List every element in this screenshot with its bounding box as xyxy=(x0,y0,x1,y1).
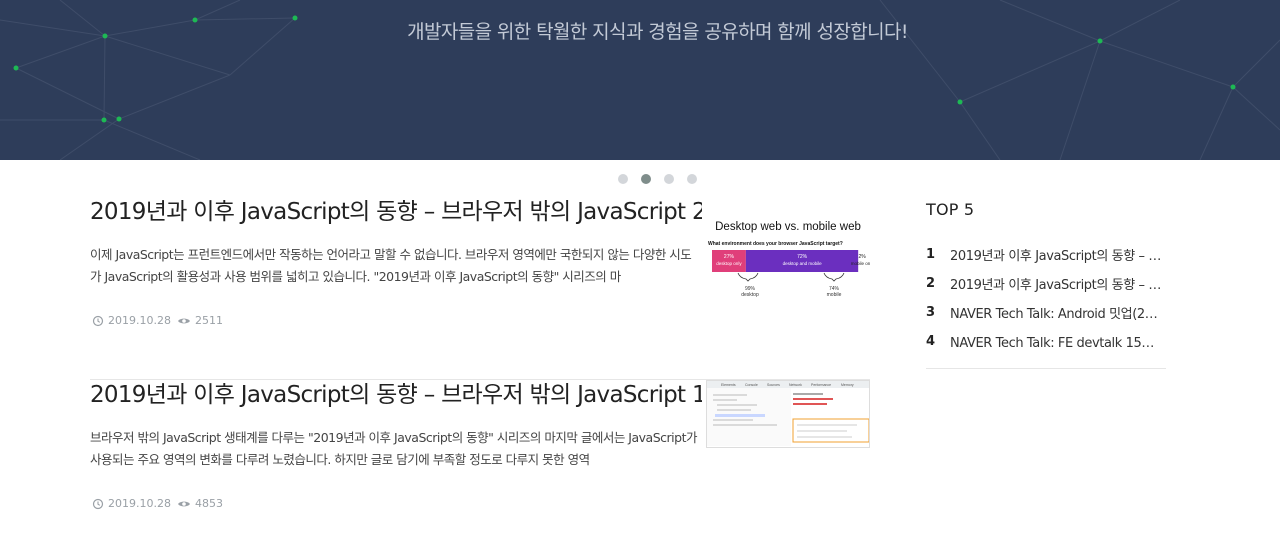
top5-rank: 1 xyxy=(926,247,935,262)
post-views: 2511 xyxy=(194,314,223,327)
top5-item[interactable]: 1 2019년과 이후 JavaScript의 동향 – 브라우저 밖의 Jav… xyxy=(926,240,1166,269)
post-date: 2019.10.28 xyxy=(108,497,171,510)
top5-link[interactable]: NAVER Tech Talk: Android 밋업(2019년 9월) xyxy=(950,303,1164,322)
top5-link[interactable]: NAVER Tech Talk: FE devtalk 15회(2019년 9월… xyxy=(950,332,1164,351)
devtools-tab-1: Elements xyxy=(721,383,736,387)
top5-item[interactable]: 3 NAVER Tech Talk: Android 밋업(2019년 9월) xyxy=(926,298,1166,327)
devtools-tab-4: Network xyxy=(789,383,802,387)
thumb-segment-label-2: desktop and mobile xyxy=(783,261,823,266)
thumbnail-devtools-screenshot: Elements Console Sources Network Performance… xyxy=(707,381,869,446)
post-meta: 2019.10.28 4853 xyxy=(92,497,223,510)
post-summary[interactable]: 브라우저 밖의 JavaScript 생태계를 다루는 "2019년과 이후 J… xyxy=(90,427,700,471)
post-date: 2019.10.28 xyxy=(108,314,171,327)
thumb-chart-heading: Desktop web vs. mobile web xyxy=(715,221,861,233)
top5-list: 1 2019년과 이후 JavaScript의 동향 – 브라우저 밖의 Jav… xyxy=(926,240,1166,356)
eye-icon xyxy=(177,315,191,327)
top5-link[interactable]: 2019년과 이후 JavaScript의 동향 – 브라우저 밖의 JavaS… xyxy=(950,274,1164,293)
devtools-tab-5: Performance xyxy=(811,383,831,387)
post-card[interactable]: 2019년과 이후 JavaScript의 동향 – 브라우저 밖의 JavaS… xyxy=(90,197,870,380)
thumbnail-chart: Desktop web vs. mobile web What environm… xyxy=(708,221,870,298)
post-summary[interactable]: 이제 JavaScript는 프런트엔드에서만 작동하는 언어라고 말할 수 없… xyxy=(90,244,700,288)
thumb-total-desktop-label: desktop xyxy=(741,292,759,298)
eye-icon xyxy=(177,498,191,510)
top5-sidebar: TOP 5 1 2019년과 이후 JavaScript의 동향 – 브라우저 … xyxy=(926,190,1166,369)
thumb-segment-label-1: desktop only xyxy=(716,261,742,266)
top5-link[interactable]: 2019년과 이후 JavaScript의 동향 – 브라우저 밖의 JavaS… xyxy=(950,245,1164,264)
devtools-tab-6: Memory xyxy=(841,383,854,387)
hero-slogan: 개발자들을 위한 탁월한 지식과 경험을 공유하며 함께 성장합니다! xyxy=(407,21,908,43)
post-card[interactable]: 2019년과 이후 JavaScript의 동향 – 브라우저 밖의 JavaS… xyxy=(90,380,870,539)
thumb-segment-pct-1: 27% xyxy=(724,254,735,260)
thumb-segment-pct-3: 2% xyxy=(859,254,867,260)
post-thumbnail[interactable]: Elements Console Sources Network Performance… xyxy=(706,380,870,448)
thumb-total-mobile-label: mobile xyxy=(827,292,842,298)
clock-icon xyxy=(92,315,104,327)
post-title[interactable]: 2019년과 이후 JavaScript의 동향 – 브라우저 밖의 JavaS… xyxy=(90,197,702,227)
devtools-tab-2: Console xyxy=(745,383,758,387)
thumb-segment-pct-2: 72% xyxy=(797,254,808,260)
top5-item[interactable]: 2 2019년과 이후 JavaScript의 동향 – 브라우저 밖의 Jav… xyxy=(926,269,1166,298)
carousel-dot-2[interactable] xyxy=(641,174,651,184)
carousel-dot-3[interactable] xyxy=(664,174,674,184)
carousel-dot-4[interactable] xyxy=(687,174,697,184)
post-views: 4853 xyxy=(194,497,223,510)
clock-icon xyxy=(92,498,104,510)
thumb-chart-question: What environment does your browser JavaS… xyxy=(708,241,843,247)
post-thumbnail[interactable]: Desktop web vs. mobile web What environm… xyxy=(706,203,870,303)
top5-rank: 4 xyxy=(926,334,935,349)
post-meta: 2019.10.28 2511 xyxy=(92,314,223,327)
top5-title: TOP 5 xyxy=(926,200,975,219)
devtools-tab-3: Sources xyxy=(767,383,780,387)
top5-item[interactable]: 4 NAVER Tech Talk: FE devtalk 15회(2019년 … xyxy=(926,327,1166,356)
hero-banner: 개발자들을 위한 탁월한 지식과 경험을 공유하며 함께 성장합니다! xyxy=(0,0,1280,160)
carousel-pagination xyxy=(618,174,697,184)
thumb-segment-label-3: mobile only xyxy=(851,261,870,266)
carousel-dot-1[interactable] xyxy=(618,174,628,184)
post-title[interactable]: 2019년과 이후 JavaScript의 동향 – 브라우저 밖의 JavaS… xyxy=(90,380,702,410)
top5-rank: 3 xyxy=(926,305,935,320)
top5-rank: 2 xyxy=(926,276,935,291)
